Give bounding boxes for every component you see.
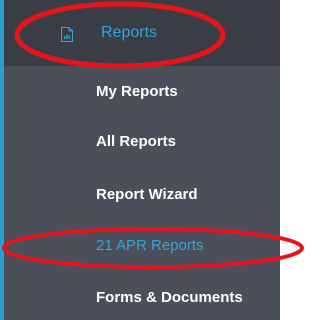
document-icon	[61, 27, 73, 42]
sidebar-item-reports-label: Reports	[101, 24, 158, 41]
sidebar-nav: Reports My Reports All Reports Report Wi…	[0, 0, 280, 320]
sidebar-item-21-apr-reports[interactable]: 21 APR Reports	[96, 237, 204, 254]
sidebar-item-all-reports[interactable]: All Reports	[96, 133, 176, 150]
sidebar-item-report-wizard[interactable]: Report Wizard	[96, 186, 198, 203]
screenshot-frame: Reports My Reports All Reports Report Wi…	[0, 0, 307, 320]
sidebar-item-my-reports[interactable]: My Reports	[96, 83, 178, 100]
sidebar-item-reports[interactable]: Reports	[4, 0, 280, 66]
sidebar-item-forms-documents[interactable]: Forms & Documents	[96, 289, 243, 306]
